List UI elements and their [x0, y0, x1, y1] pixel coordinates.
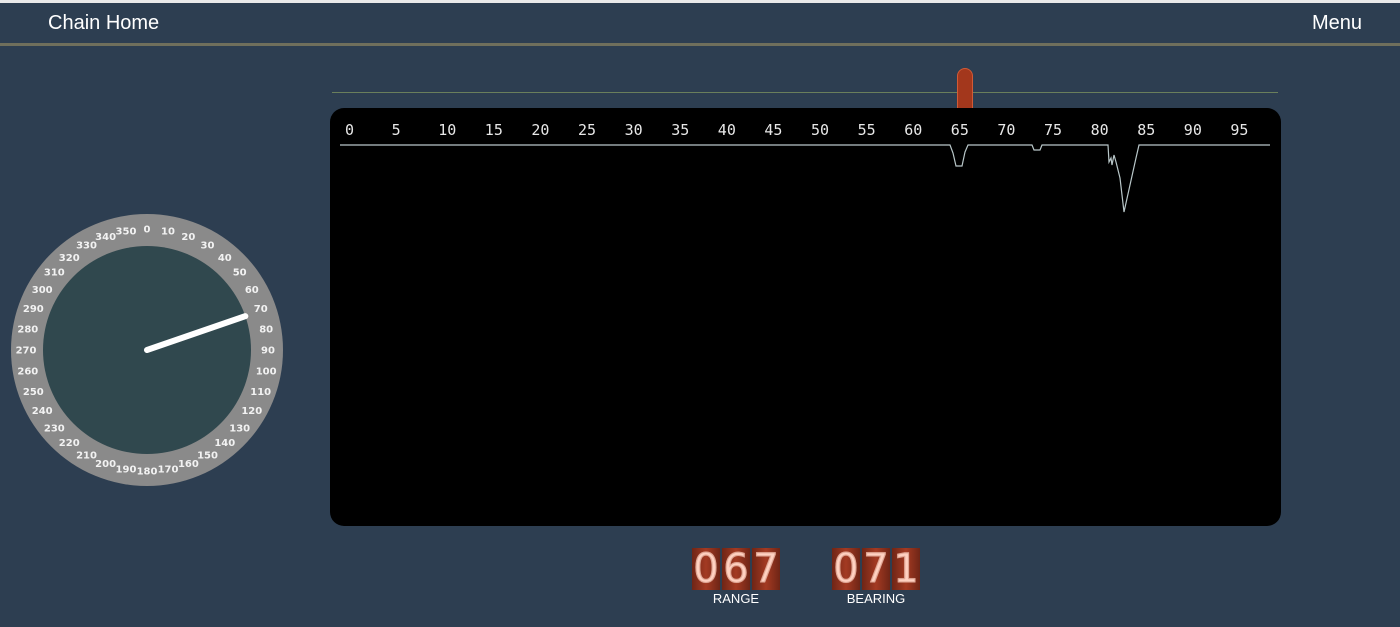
range-digit: 7	[752, 548, 780, 590]
bearing-readout: 0 7 1 BEARING	[832, 548, 920, 606]
scope-scale-label: 70	[997, 121, 1015, 139]
dial-bearing-label: 290	[23, 304, 44, 315]
scope-scale-label: 50	[811, 121, 829, 139]
scope-scale-label: 40	[718, 121, 736, 139]
dial-bearing-label: 200	[95, 459, 116, 470]
scope-scale-label: 0	[345, 121, 354, 139]
dial-bearing-label: 350	[116, 226, 137, 237]
dial-bearing-label: 30	[201, 241, 215, 252]
scope-scale-label: 85	[1137, 121, 1155, 139]
scope-scale-label: 45	[764, 121, 782, 139]
dial-bearing-label: 80	[259, 324, 273, 335]
dial-bearing-label: 70	[254, 304, 268, 315]
scope-scale-label: 75	[1044, 121, 1062, 139]
scope-scale-label: 30	[625, 121, 643, 139]
dial-bearing-label: 60	[245, 285, 259, 296]
dial-bearing-label: 220	[59, 438, 80, 449]
dial-bearing-label: 100	[256, 367, 277, 378]
range-digits: 0 6 7	[692, 548, 780, 590]
dial-bearing-label: 50	[233, 268, 247, 279]
bearing-label: BEARING	[846, 591, 906, 606]
dial-bearing-label: 250	[23, 387, 44, 398]
dial-bearing-label: 120	[241, 406, 262, 417]
dial-bearing-label: 260	[17, 367, 38, 378]
dial-bearing-label: 160	[178, 459, 199, 470]
scope-scale-label: 80	[1091, 121, 1109, 139]
range-label: RANGE	[712, 591, 760, 606]
dial-bearing-label: 10	[161, 226, 175, 237]
dial-bearing-label: 40	[218, 253, 232, 264]
dial-bearing-label: 20	[181, 232, 195, 243]
a-scope-trace-area: 0 5 10 15 20 25 30 35 40 45 50 55 60 65 70 75 80 85 90 95	[340, 121, 1270, 213]
dial-bearing-label: 330	[76, 241, 97, 252]
bearing-digit: 7	[862, 548, 890, 590]
scope-scale-label: 20	[531, 121, 549, 139]
scope-scale-label: 55	[858, 121, 876, 139]
dial-bearing-label: 90	[261, 346, 275, 357]
scope-scale-label: 5	[392, 121, 401, 139]
scope-scale-label: 60	[904, 121, 922, 139]
scope-scale-label: 90	[1184, 121, 1202, 139]
scope-scale-label: 65	[951, 121, 969, 139]
dial-bearing-label: 140	[214, 438, 235, 449]
dial-bearing-label: 280	[17, 324, 38, 335]
app-title[interactable]: Chain Home	[48, 12, 159, 35]
scope-scale-label: 35	[671, 121, 689, 139]
dial-bearing-label: 300	[32, 285, 53, 296]
bearing-digits: 0 7 1	[832, 548, 920, 590]
dial-bearing-label: 270	[16, 346, 37, 357]
scope-scale-label: 95	[1230, 121, 1248, 139]
dial-bearing-label: 150	[197, 450, 218, 461]
bearing-digit: 0	[832, 548, 860, 590]
dial-bearing-label: 0	[144, 225, 151, 236]
dial-bearing-label: 340	[95, 232, 116, 243]
menu-button[interactable]: Menu	[1312, 12, 1362, 35]
dial-bearing-label: 230	[44, 423, 65, 434]
a-scope-display: 0 5 10 15 20 25 30 35 40 45 50 55 60 65 70 75 80 85 90 95	[330, 108, 1281, 526]
range-slider-track[interactable]	[332, 92, 1278, 93]
bearing-digit: 1	[892, 548, 920, 590]
dial-bearing-label: 310	[44, 268, 65, 279]
range-readout: 0 6 7 RANGE	[692, 548, 780, 606]
scope-scale-label: 15	[485, 121, 503, 139]
top-bar: Chain Home Menu	[0, 0, 1400, 44]
range-digit: 6	[722, 548, 750, 590]
scope-scale-label: 25	[578, 121, 596, 139]
goniometer-dial[interactable]: 0 10 20 304050 60 70 80 90 100 110 120 130 140150160…	[10, 214, 284, 488]
dial-bearing-label: 130	[229, 423, 250, 434]
dial-bearing-label: 190	[116, 465, 137, 476]
dial-bearing-label: 180	[137, 467, 158, 478]
dial-bearing-label: 170	[158, 465, 179, 476]
dial-bearing-label: 210	[76, 450, 97, 461]
top-bar-rule	[0, 43, 1400, 46]
dial-bearing-label: 320	[59, 253, 80, 264]
scope-scale-label: 10	[438, 121, 456, 139]
dial-bearing-label: 240	[32, 406, 53, 417]
range-digit: 0	[692, 548, 720, 590]
dial-bearing-label: 110	[250, 387, 271, 398]
scope-trace-line	[340, 144, 1270, 213]
